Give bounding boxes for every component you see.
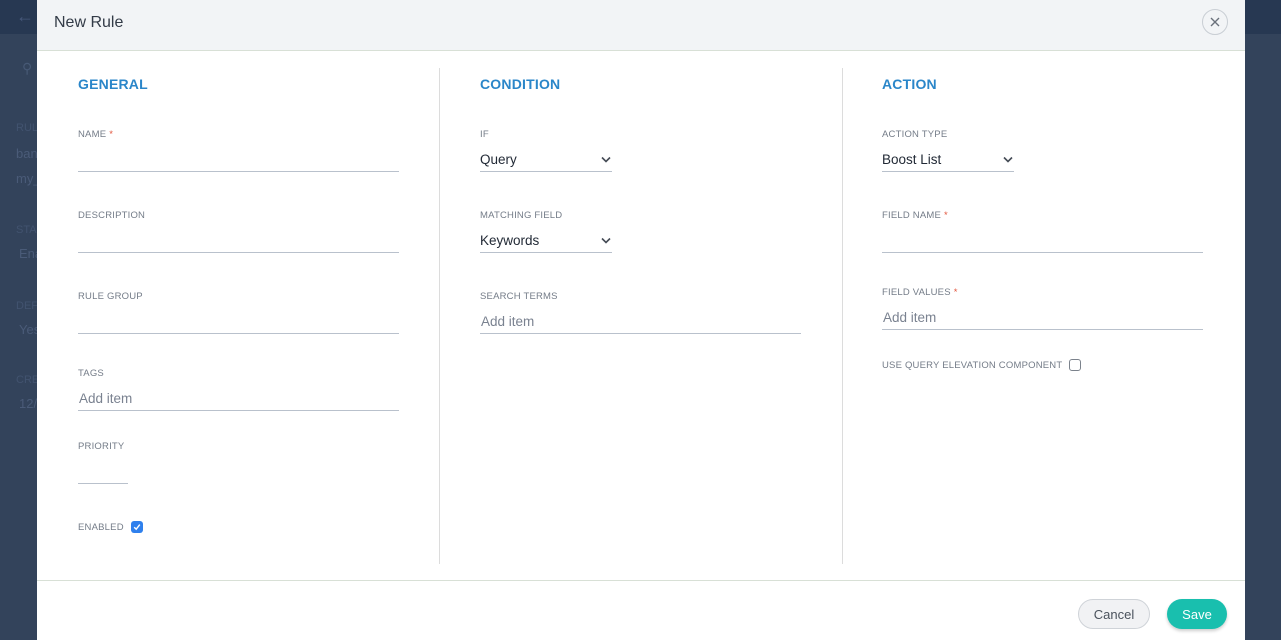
chevron-down-icon: [600, 154, 612, 166]
bg-fragment: 12/: [19, 396, 38, 411]
save-button[interactable]: Save: [1167, 599, 1227, 629]
search-icon: ⚲: [22, 60, 33, 76]
field-values-label-text: FIELD VALUES: [882, 287, 951, 298]
condition-title: CONDITION: [480, 76, 561, 92]
tags-input[interactable]: [78, 387, 399, 411]
description-input[interactable]: [78, 229, 399, 253]
priority-label: PRIORITY: [78, 441, 125, 452]
required-marker: *: [944, 210, 948, 221]
dialog-header: New Rule: [37, 0, 1245, 51]
column-divider: [439, 68, 440, 564]
bg-fragment: CRE: [16, 374, 40, 386]
chevron-down-icon: [1002, 154, 1014, 166]
column-divider: [842, 68, 843, 564]
field-name-label-text: FIELD NAME: [882, 210, 942, 221]
close-icon: [1210, 17, 1220, 27]
use-qec-label: USE QUERY ELEVATION COMPONENT: [882, 360, 1063, 371]
matching-field-value: Keywords: [480, 233, 540, 248]
rule-group-input[interactable]: [78, 310, 399, 334]
action-type-label: ACTION TYPE: [882, 129, 948, 140]
cancel-button[interactable]: Cancel: [1078, 599, 1150, 629]
tags-label: TAGS: [78, 368, 104, 379]
search-terms-label: SEARCH TERMS: [480, 291, 558, 302]
general-title: GENERAL: [78, 76, 148, 92]
action-type-select[interactable]: Boost List: [882, 148, 1014, 172]
close-button[interactable]: [1202, 9, 1228, 35]
bg-fragment: STA: [16, 224, 37, 236]
dialog-footer: Cancel Save: [37, 580, 1245, 640]
dialog-body: GENERAL NAME * DESCRIPTION RULE GROUP TAG…: [37, 51, 1245, 580]
action-section: ACTION ACTION TYPE Boost List FIELD NAME…: [882, 68, 1203, 564]
field-name-label: FIELD NAME *: [882, 210, 948, 221]
priority-input[interactable]: [78, 460, 128, 484]
bg-fragment: RUL: [16, 122, 39, 134]
name-label: NAME *: [78, 129, 113, 140]
matching-field-select[interactable]: Keywords: [480, 229, 612, 253]
condition-section: CONDITION IF Query MATCHING FIELD Keywor…: [480, 68, 801, 564]
general-section: GENERAL NAME * DESCRIPTION RULE GROUP TAG…: [78, 68, 399, 564]
action-title: ACTION: [882, 76, 937, 92]
name-label-text: NAME: [78, 129, 107, 140]
field-values-input[interactable]: [882, 306, 1203, 330]
enabled-label: ENABLED: [78, 522, 124, 533]
matching-field-label: MATCHING FIELD: [480, 210, 563, 221]
dialog-title: New Rule: [54, 14, 124, 31]
chevron-down-icon: [600, 235, 612, 247]
use-qec-checkbox[interactable]: [1069, 359, 1081, 371]
field-values-label: FIELD VALUES *: [882, 287, 958, 298]
back-arrow-icon: ←: [16, 6, 34, 26]
name-input[interactable]: [78, 148, 399, 172]
action-type-value: Boost List: [882, 152, 942, 167]
required-marker: *: [109, 129, 114, 140]
if-select-value: Query: [480, 152, 517, 167]
required-marker: *: [953, 287, 958, 298]
enabled-checkbox[interactable]: [131, 521, 143, 533]
bg-fragment: DEF: [16, 300, 38, 312]
description-label: DESCRIPTION: [78, 210, 146, 221]
new-rule-dialog: New Rule GENERAL NAME * DESCRIPTION RULE …: [37, 0, 1245, 640]
field-name-input[interactable]: [882, 229, 1203, 253]
checkmark-icon: [133, 524, 141, 531]
rule-group-label: RULE GROUP: [78, 291, 143, 302]
if-label: IF: [480, 129, 489, 140]
search-terms-input[interactable]: [480, 310, 801, 334]
bg-fragment: ban: [16, 146, 38, 161]
if-select[interactable]: Query: [480, 148, 612, 172]
